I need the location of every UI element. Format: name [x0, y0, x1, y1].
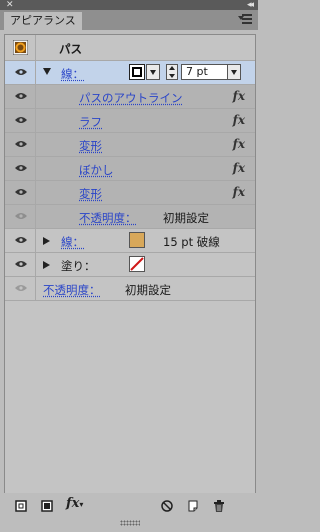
eye-icon [15, 285, 27, 291]
tab-row: アピアランス [0, 10, 258, 30]
fill-label: 塗り： [61, 259, 96, 273]
panel-menu-icon[interactable] [238, 14, 252, 26]
stroke-label[interactable]: 線： [61, 234, 84, 250]
expand-triangle-icon[interactable] [43, 237, 50, 245]
opacity-label[interactable]: 不透明度： [79, 210, 137, 226]
stroke-swatch[interactable] [129, 232, 145, 248]
effect-row[interactable]: 変形 fx [5, 133, 255, 157]
path-target-icon [13, 40, 28, 55]
visibility-toggle[interactable] [5, 61, 36, 84]
expand-triangle-icon[interactable] [43, 261, 50, 269]
effect-label[interactable]: ぼかし [79, 162, 114, 178]
fx-icon: fx [232, 89, 245, 103]
swatch-dropdown[interactable] [146, 64, 160, 80]
tab-appearance[interactable]: アピアランス [4, 12, 82, 30]
appearance-panel: ✕ ◂◂ アピアランス パス 線： 7 pt パスのアウトライン fx ラフ f… [0, 0, 258, 532]
visibility-toggle[interactable] [5, 157, 36, 180]
fx-menu-icon[interactable]: fx▾ [66, 496, 90, 511]
header-icon-cell [5, 35, 36, 60]
appearance-list: パス 線： 7 pt パスのアウトライン fx ラフ fx 変形 fx ぼかし … [4, 34, 256, 494]
visibility-toggle[interactable] [5, 133, 36, 156]
visibility-toggle[interactable] [5, 277, 36, 300]
visibility-toggle[interactable] [5, 253, 36, 276]
object-opacity-row[interactable]: 不透明度： 初期設定 [5, 277, 255, 301]
delete-item-icon[interactable] [212, 499, 226, 513]
stroke-row[interactable]: 線： 15 pt 破線 [5, 229, 255, 253]
visibility-toggle[interactable] [5, 109, 36, 132]
object-header-row: パス [5, 35, 255, 61]
weight-stepper[interactable] [166, 64, 178, 80]
none-swatch[interactable] [129, 256, 145, 272]
new-fill-icon[interactable] [40, 499, 54, 513]
fx-icon: fx [232, 113, 245, 127]
opacity-value: 初期設定 [163, 211, 209, 225]
eye-icon [15, 189, 27, 195]
new-stroke-icon[interactable] [14, 499, 28, 513]
eye-icon [15, 117, 27, 123]
effect-label[interactable]: ラフ [79, 114, 102, 130]
collapse-panel-icon[interactable]: ◂◂ [247, 0, 254, 10]
weight-dropdown[interactable] [227, 64, 241, 80]
eye-icon [15, 69, 27, 75]
opacity-label[interactable]: 不透明度： [43, 282, 101, 298]
eye-icon [15, 237, 27, 243]
collapse-triangle-icon[interactable] [43, 68, 51, 75]
stroke-value: 15 pt 破線 [163, 235, 220, 249]
eye-icon [15, 261, 27, 267]
object-type-label: パス [59, 42, 82, 56]
fx-icon: fx [232, 161, 245, 175]
fx-icon: fx [232, 185, 245, 199]
effect-label[interactable]: 変形 [79, 138, 102, 154]
panel-title-bar: ✕ ◂◂ [0, 0, 258, 10]
fx-menu-label: fx [66, 496, 80, 511]
resize-grip[interactable] [120, 520, 140, 526]
effect-row[interactable]: ラフ fx [5, 109, 255, 133]
fill-row[interactable]: 塗り： [5, 253, 255, 277]
visibility-toggle[interactable] [5, 229, 36, 252]
duplicate-item-icon[interactable] [186, 499, 200, 513]
stroke-swatch[interactable] [129, 64, 145, 80]
fx-icon: fx [232, 137, 245, 151]
eye-icon [15, 141, 27, 147]
opacity-value: 初期設定 [125, 283, 171, 297]
effect-row[interactable]: 変形 fx [5, 181, 255, 205]
effect-label[interactable]: パスのアウトライン [79, 90, 183, 106]
visibility-toggle[interactable] [5, 205, 36, 228]
effect-row[interactable]: パスのアウトライン fx [5, 85, 255, 109]
eye-icon [15, 165, 27, 171]
visibility-toggle[interactable] [5, 85, 36, 108]
clear-appearance-icon[interactable] [160, 499, 174, 513]
effect-row[interactable]: ぼかし fx [5, 157, 255, 181]
stroke-row-selected[interactable]: 線： 7 pt [5, 61, 255, 85]
bottom-toolbar: fx▾ [0, 493, 258, 519]
visibility-toggle[interactable] [5, 181, 36, 204]
eye-icon [15, 213, 27, 219]
stroke-opacity-row[interactable]: 不透明度： 初期設定 [5, 205, 255, 229]
stroke-label[interactable]: 線： [61, 66, 84, 82]
close-icon[interactable]: ✕ [6, 0, 14, 10]
eye-icon [15, 93, 27, 99]
effect-label[interactable]: 変形 [79, 186, 102, 202]
